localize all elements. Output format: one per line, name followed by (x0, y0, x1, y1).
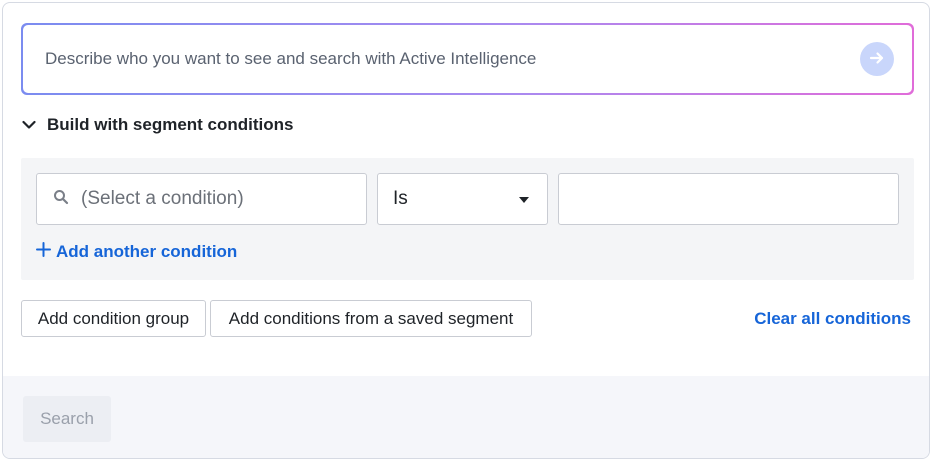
condition-value-input[interactable] (558, 173, 899, 225)
plus-icon (36, 242, 51, 262)
footer-bar: Search (3, 376, 929, 458)
active-intelligence-input[interactable] (45, 49, 860, 69)
active-intelligence-inner (23, 25, 912, 93)
active-intelligence-search-box (21, 23, 914, 95)
chevron-down-icon (21, 117, 37, 133)
add-from-saved-segment-button[interactable]: Add conditions from a saved segment (210, 300, 532, 337)
caret-down-icon (519, 190, 529, 208)
segment-builder-card: Build with segment conditions (Select a … (2, 2, 930, 459)
ai-submit-button[interactable] (860, 42, 894, 76)
condition-field-placeholder: (Select a condition) (81, 188, 244, 209)
add-another-condition-link[interactable]: Add another condition (36, 242, 237, 262)
search-button[interactable]: Search (23, 396, 111, 442)
condition-panel: (Select a condition) Is Add another cond… (21, 158, 914, 280)
operator-select[interactable]: Is (377, 173, 548, 225)
condition-field-select[interactable]: (Select a condition) (36, 173, 367, 225)
search-icon (53, 189, 69, 210)
add-condition-group-button[interactable]: Add condition group (21, 300, 206, 337)
section-title: Build with segment conditions (47, 115, 294, 134)
segment-conditions-toggle[interactable]: Build with segment conditions (21, 115, 294, 135)
operator-value: Is (393, 188, 408, 209)
arrow-right-icon (868, 49, 886, 70)
add-another-condition-label: Add another condition (56, 242, 238, 261)
clear-all-conditions-link[interactable]: Clear all conditions (754, 309, 911, 329)
